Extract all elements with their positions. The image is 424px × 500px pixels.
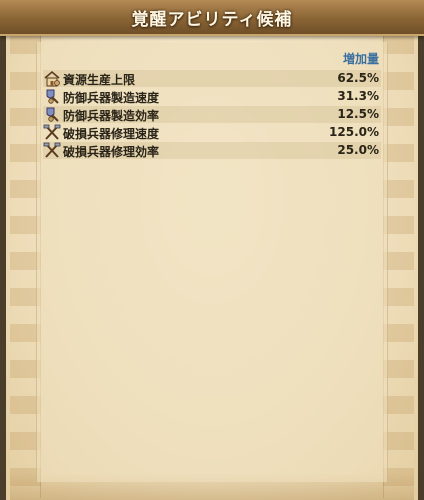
shield-craft-icon [43,88,61,105]
column-header-increase: 増加量 [342,52,379,66]
table-row: 資源生産上限 62.5% [43,70,381,87]
row-label: 防御兵器製造効率 [63,109,160,123]
row-label: 破損兵器修理効率 [63,145,160,159]
shield-craft-icon [43,106,61,123]
row-label: 破損兵器修理速度 [63,127,160,141]
dialog-title: 覚醒アビリティ候補 [131,10,293,30]
row-value: 125.0% [329,125,379,139]
table-row: 防御兵器製造効率 12.5% [43,106,381,123]
house-icon [43,70,61,87]
row-value: 62.5% [337,71,379,85]
row-value: 12.5% [337,107,379,121]
title-bar: 覚醒アビリティ候補 [0,0,424,36]
table-row: 破損兵器修理効率 25.0% [43,142,381,159]
row-label: 資源生産上限 [63,73,136,87]
row-label: 防御兵器製造速度 [63,91,160,105]
row-value: 25.0% [337,143,379,157]
row-value: 31.3% [337,89,379,103]
table-row: 防御兵器製造速度 31.3% [43,88,381,105]
crossed-tools-icon [43,124,61,141]
ability-table: 増加量 資源生産上限 62.5% 防御兵器製造速度 31.3% 防御兵器製造効率… [36,42,388,482]
table-row: 破損兵器修理速度 125.0% [43,124,381,141]
crossed-tools-icon [43,142,61,159]
